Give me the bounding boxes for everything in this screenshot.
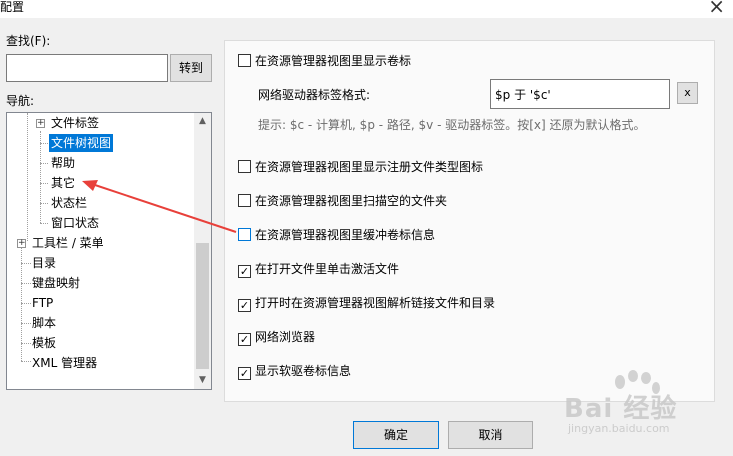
checkbox-box[interactable] <box>238 228 251 241</box>
show-floppy-label-checkbox[interactable]: ✓ 显示软驱卷标信息 <box>238 363 351 380</box>
tree-item-file-tree-view[interactable]: 文件树视图 <box>49 134 114 152</box>
tree-item-toolbar-menu[interactable]: 工具栏 / 菜单 <box>30 234 106 252</box>
ok-button[interactable]: 确定 <box>353 421 439 449</box>
network-browser-checkbox[interactable]: ✓ 网络浏览器 <box>238 329 315 346</box>
expand-icon[interactable]: + <box>36 119 45 128</box>
expand-icon[interactable]: + <box>17 239 26 248</box>
cancel-button[interactable]: 取消 <box>448 421 533 449</box>
goto-button[interactable]: 转到 <box>170 54 212 82</box>
scroll-up-icon[interactable]: ▲ <box>194 113 211 130</box>
tree-guide-line <box>27 113 28 241</box>
find-label: 查找(F): <box>6 34 51 48</box>
tree-item-script[interactable]: 脚本 <box>30 314 58 332</box>
checkmark-icon[interactable]: ✓ <box>238 299 251 312</box>
checkmark-icon[interactable]: ✓ <box>238 265 251 278</box>
tree-item-file-tabs[interactable]: 文件标签 <box>49 114 101 132</box>
tree-guide-line <box>40 203 48 204</box>
tree-item-status-bar[interactable]: 状态栏 <box>49 194 89 212</box>
tree-item-xml-manager[interactable]: XML 管理器 <box>30 354 99 372</box>
config-dialog: 配置 × 查找(F): 转到 导航: + 文件标签 文件树视图 帮助 其它 状态… <box>0 0 733 456</box>
checkmark-icon[interactable]: ✓ <box>238 367 251 380</box>
tree-guide-line <box>40 163 48 164</box>
tree-item-help[interactable]: 帮助 <box>49 154 77 172</box>
tree-item-other[interactable]: 其它 <box>49 174 77 192</box>
tree-guide-line <box>40 183 48 184</box>
format-hint: 提示: $c - 计算机, $p - 路径, $v - 驱动器标签。按[x] 还… <box>258 118 646 132</box>
show-registered-icons-checkbox[interactable]: 在资源管理器视图里显示注册文件类型图标 <box>238 159 483 175</box>
scroll-thumb[interactable] <box>196 243 209 369</box>
tree-guide-line <box>40 143 48 144</box>
cache-volume-info-checkbox[interactable]: 在资源管理器视图里缓冲卷标信息 <box>238 227 435 243</box>
reset-format-button[interactable]: x <box>677 82 698 104</box>
tree-item-window-state[interactable]: 窗口状态 <box>49 214 101 232</box>
tree-item-ftp[interactable]: FTP <box>30 294 55 312</box>
network-drive-format-label: 网络驱动器标签格式: <box>258 88 371 102</box>
tree-guide-line <box>40 131 41 223</box>
tree-item-directory[interactable]: 目录 <box>30 254 58 272</box>
scroll-down-icon[interactable]: ▼ <box>194 372 211 389</box>
checkbox-box[interactable] <box>238 54 251 67</box>
title-bar: 配置 × <box>0 0 733 18</box>
find-input[interactable] <box>6 54 168 82</box>
nav-label: 导航: <box>6 94 35 108</box>
checkbox-box[interactable] <box>238 160 251 173</box>
tree-item-keymap[interactable]: 键盘映射 <box>30 274 82 292</box>
close-icon[interactable]: × <box>708 0 725 16</box>
tree-item-template[interactable]: 模板 <box>30 334 58 352</box>
resolve-links-checkbox[interactable]: ✓ 打开时在资源管理器视图解析链接文件和目录 <box>238 295 495 312</box>
single-click-activate-checkbox[interactable]: ✓ 在打开文件里单击激活文件 <box>238 261 399 278</box>
scan-empty-folders-checkbox[interactable]: 在资源管理器视图里扫描空的文件夹 <box>238 193 447 209</box>
nav-tree[interactable]: + 文件标签 文件树视图 帮助 其它 状态栏 窗口状态 + 工具栏 / 菜单 目… <box>6 112 212 390</box>
watermark-url: jingyan.baidu.com <box>568 422 670 435</box>
window-title: 配置 <box>0 0 25 14</box>
show-volume-label-checkbox[interactable]: 在资源管理器视图里显示卷标 <box>238 53 411 69</box>
tree-scrollbar[interactable]: ▲ ▼ <box>194 113 211 389</box>
checkbox-box[interactable] <box>238 194 251 207</box>
network-drive-format-input[interactable] <box>490 79 670 109</box>
tree-guide-line <box>40 223 48 224</box>
checkmark-icon[interactable]: ✓ <box>238 333 251 346</box>
